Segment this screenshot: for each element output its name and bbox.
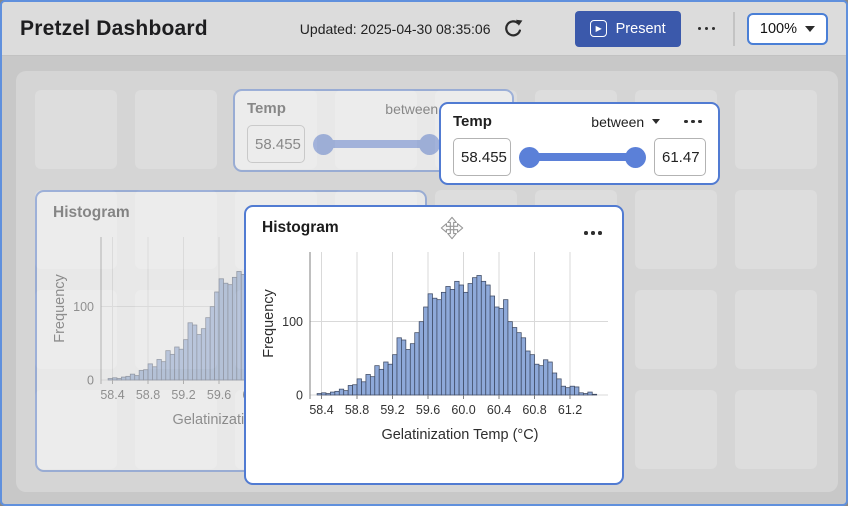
grid-tile bbox=[735, 290, 817, 369]
present-button-label: Present bbox=[616, 21, 666, 37]
header-divider bbox=[733, 12, 735, 46]
grid-tile bbox=[135, 190, 217, 269]
temp-filter-widget[interactable]: Temp between bbox=[439, 102, 720, 185]
grid-tile bbox=[35, 90, 117, 169]
grid-tile bbox=[735, 390, 817, 469]
grid-tile bbox=[635, 190, 717, 269]
histogram-chart: 58.4 58.8 59.2 59.6 60.0 60.4 60.8 61.2 0 100 Gela… bbox=[258, 244, 608, 464]
grid-tile bbox=[235, 90, 317, 169]
range-slider[interactable] bbox=[519, 138, 646, 176]
svg-text:61.2: 61.2 bbox=[558, 403, 582, 417]
svg-text:60.4: 60.4 bbox=[487, 403, 511, 417]
zoom-level-select[interactable]: 100% bbox=[747, 13, 828, 45]
play-icon: ▶ bbox=[590, 20, 607, 37]
filter-more-options-icon[interactable] bbox=[680, 114, 706, 130]
svg-text:59.2: 59.2 bbox=[380, 403, 404, 417]
app-window: Pretzel Dashboard Updated: 2025-04-30 08… bbox=[0, 0, 848, 506]
min-value-input[interactable] bbox=[453, 138, 511, 176]
grid-tile bbox=[635, 390, 717, 469]
slider-handle-min[interactable] bbox=[519, 147, 540, 168]
grid-tile bbox=[135, 390, 217, 469]
slider-handle-max[interactable] bbox=[625, 147, 646, 168]
grid-tile bbox=[735, 190, 817, 269]
grid-tile bbox=[735, 90, 817, 169]
grid-tile bbox=[35, 290, 117, 369]
svg-text:60.0: 60.0 bbox=[451, 403, 475, 417]
grid-tile bbox=[135, 290, 217, 369]
present-button[interactable]: ▶ Present bbox=[575, 11, 681, 47]
svg-text:0: 0 bbox=[296, 389, 303, 403]
header-bar: Pretzel Dashboard Updated: 2025-04-30 08… bbox=[2, 2, 846, 56]
svg-text:Gelatinization Temp (°C): Gelatinization Temp (°C) bbox=[381, 427, 538, 443]
chevron-down-icon bbox=[805, 26, 815, 32]
chevron-down-icon bbox=[652, 119, 660, 124]
panel-more-options-icon[interactable] bbox=[580, 225, 606, 241]
operator-dropdown[interactable]: between bbox=[591, 114, 660, 130]
updated-timestamp: Updated: 2025-04-30 08:35:06 bbox=[300, 21, 491, 37]
grid-tile bbox=[35, 190, 117, 269]
grid-tile bbox=[335, 90, 417, 169]
header-more-options-icon[interactable] bbox=[694, 21, 720, 37]
operator-label: between bbox=[591, 114, 644, 130]
grid-tile bbox=[635, 290, 717, 369]
move-handle-icon[interactable] bbox=[439, 215, 465, 246]
svg-text:58.4: 58.4 bbox=[309, 403, 333, 417]
svg-text:59.6: 59.6 bbox=[416, 403, 440, 417]
refresh-icon[interactable] bbox=[503, 18, 525, 40]
grid-tile bbox=[135, 90, 217, 169]
svg-text:100: 100 bbox=[282, 315, 303, 329]
zoom-level-value: 100% bbox=[760, 21, 797, 37]
slider-track[interactable] bbox=[529, 153, 636, 161]
histogram-panel[interactable]: Histogram 58.4 58.8 59.2 59.6 60.0 60.4 60.8 61… bbox=[244, 205, 624, 485]
svg-text:58.8: 58.8 bbox=[345, 403, 369, 417]
svg-text:Frequency: Frequency bbox=[261, 289, 277, 358]
filter-title: Temp bbox=[453, 113, 492, 130]
grid-tile bbox=[35, 390, 117, 469]
panel-title: Histogram bbox=[262, 219, 339, 237]
svg-text:60.8: 60.8 bbox=[522, 403, 546, 417]
max-value-input[interactable] bbox=[654, 138, 706, 176]
page-title: Pretzel Dashboard bbox=[20, 17, 208, 41]
